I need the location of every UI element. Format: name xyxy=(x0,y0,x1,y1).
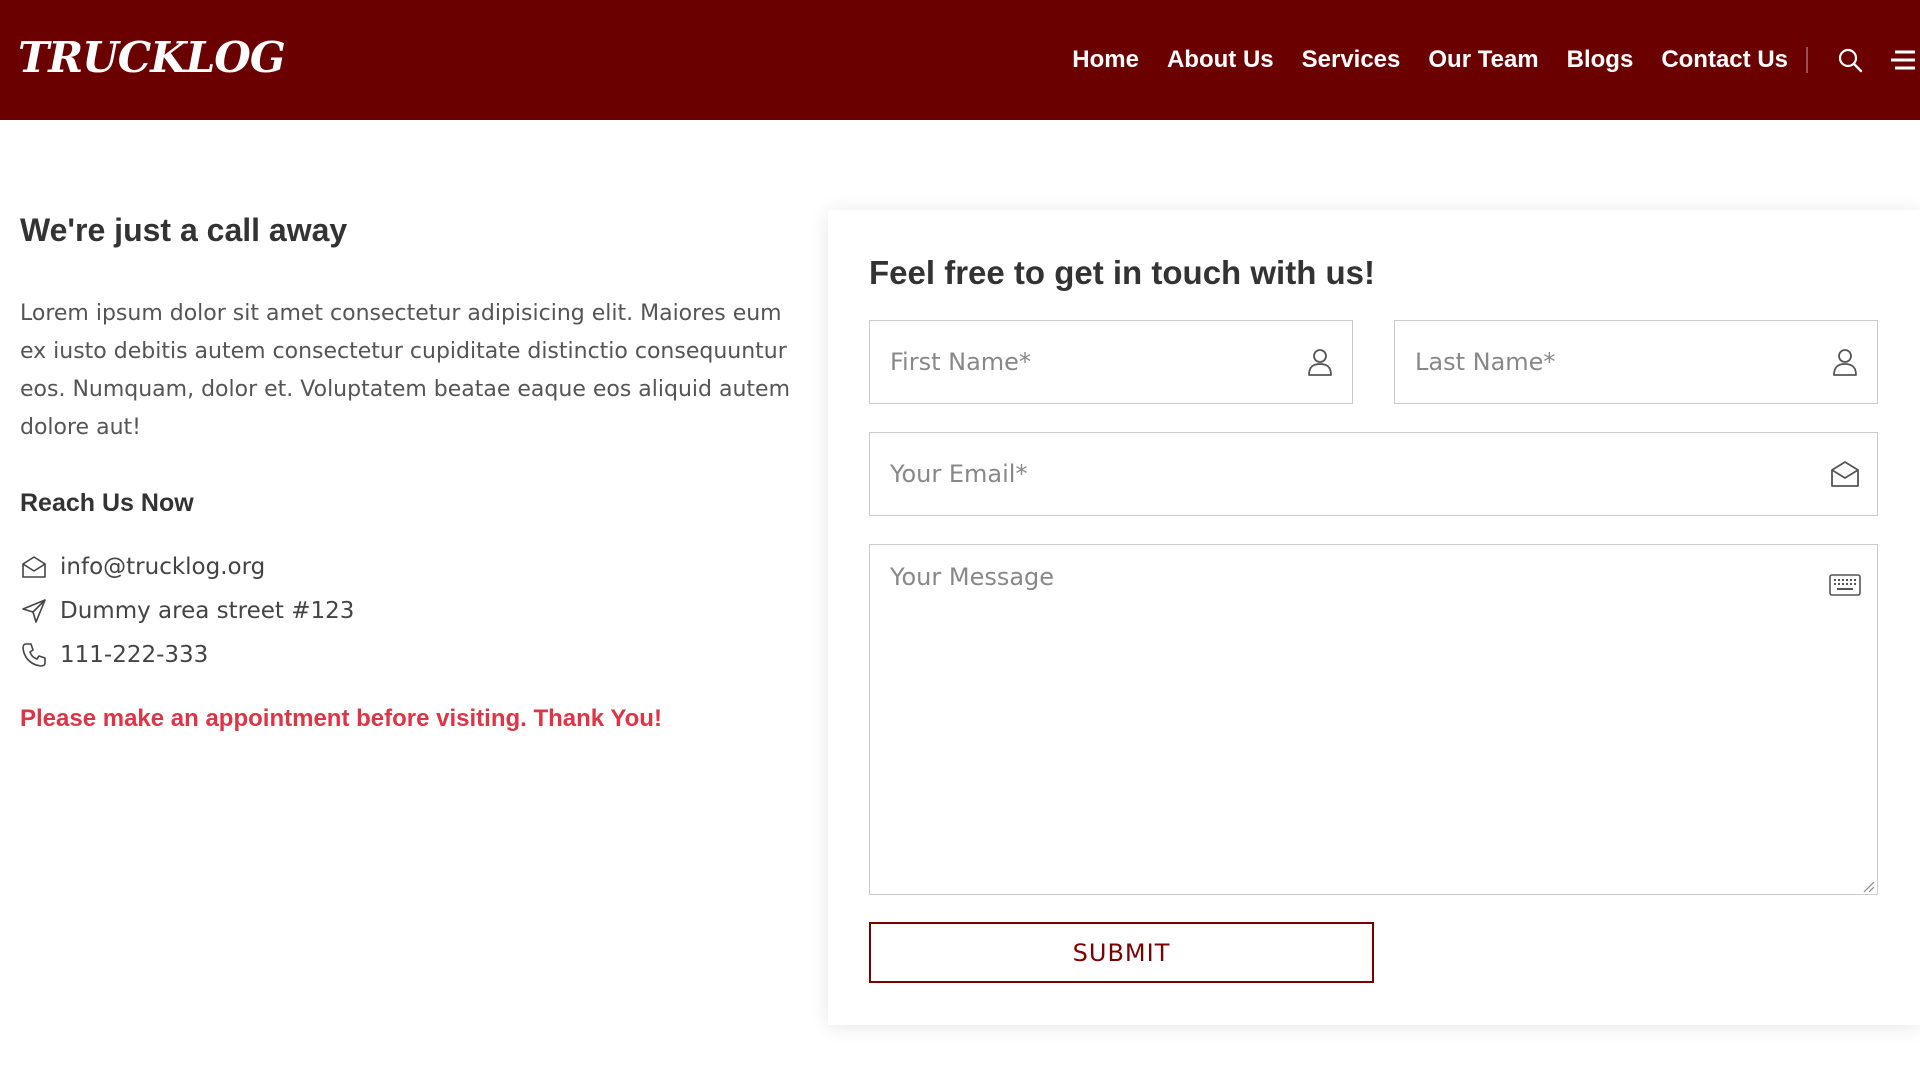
contact-phone: 111-222-333 xyxy=(20,633,790,677)
search-icon[interactable] xyxy=(1836,46,1864,74)
nav-link-contact-us[interactable]: Contact Us xyxy=(1661,46,1788,74)
last-name-input[interactable] xyxy=(1395,321,1877,403)
nav-link-blogs[interactable]: Blogs xyxy=(1567,46,1634,74)
nav-link-services[interactable]: Services xyxy=(1302,46,1401,74)
nav-link-about-us[interactable]: About Us xyxy=(1167,46,1274,74)
form-title: Feel free to get in touch with us! xyxy=(869,254,1376,291)
envelope-icon xyxy=(20,553,48,581)
appointment-notice: Please make an appointment before visiti… xyxy=(20,705,662,732)
envelope-icon xyxy=(1829,458,1861,490)
intro-title: We're just a call away xyxy=(20,212,348,248)
site-header: TRUCKLOG Home About Us Services Our Team… xyxy=(0,0,1920,120)
message-field xyxy=(869,544,1878,895)
nav-divider xyxy=(1806,47,1808,73)
contact-address: Dummy area street #123 xyxy=(20,589,790,633)
contact-phone-text[interactable]: 111-222-333 xyxy=(60,642,208,668)
contact-form-card: Feel free to get in touch with us! First… xyxy=(828,210,1920,1025)
contact-email-text[interactable]: info@trucklog.org xyxy=(60,554,265,580)
nav-link-home[interactable]: Home xyxy=(1072,46,1139,74)
first-name-field xyxy=(869,320,1353,404)
main-nav: Home About Us Services Our Team Blogs Co… xyxy=(1072,0,1920,120)
contact-address-text: Dummy area street #123 xyxy=(60,598,355,624)
keyboard-icon xyxy=(1829,569,1861,601)
email-field xyxy=(869,432,1878,516)
menu-icon[interactable] xyxy=(1888,46,1916,74)
nav-link-our-team[interactable]: Our Team xyxy=(1428,46,1538,74)
message-textarea[interactable] xyxy=(870,545,1877,894)
first-name-input[interactable] xyxy=(870,321,1352,403)
email-input[interactable] xyxy=(870,433,1877,515)
contact-email: info@trucklog.org xyxy=(20,545,790,589)
resize-handle[interactable] xyxy=(1861,878,1875,893)
submit-button[interactable]: SUBMIT xyxy=(869,922,1374,983)
phone-icon xyxy=(20,641,48,669)
contact-info-section: We're just a call away Lorem ipsum dolor… xyxy=(20,205,790,733)
reach-us-title: Reach Us Now xyxy=(20,489,194,517)
user-icon xyxy=(1829,346,1861,378)
user-icon xyxy=(1304,346,1336,378)
intro-text: Lorem ipsum dolor sit amet consectetur a… xyxy=(20,301,790,440)
location-arrow-icon xyxy=(20,597,48,625)
site-logo[interactable]: TRUCKLOG xyxy=(18,30,286,86)
last-name-field xyxy=(1394,320,1878,404)
